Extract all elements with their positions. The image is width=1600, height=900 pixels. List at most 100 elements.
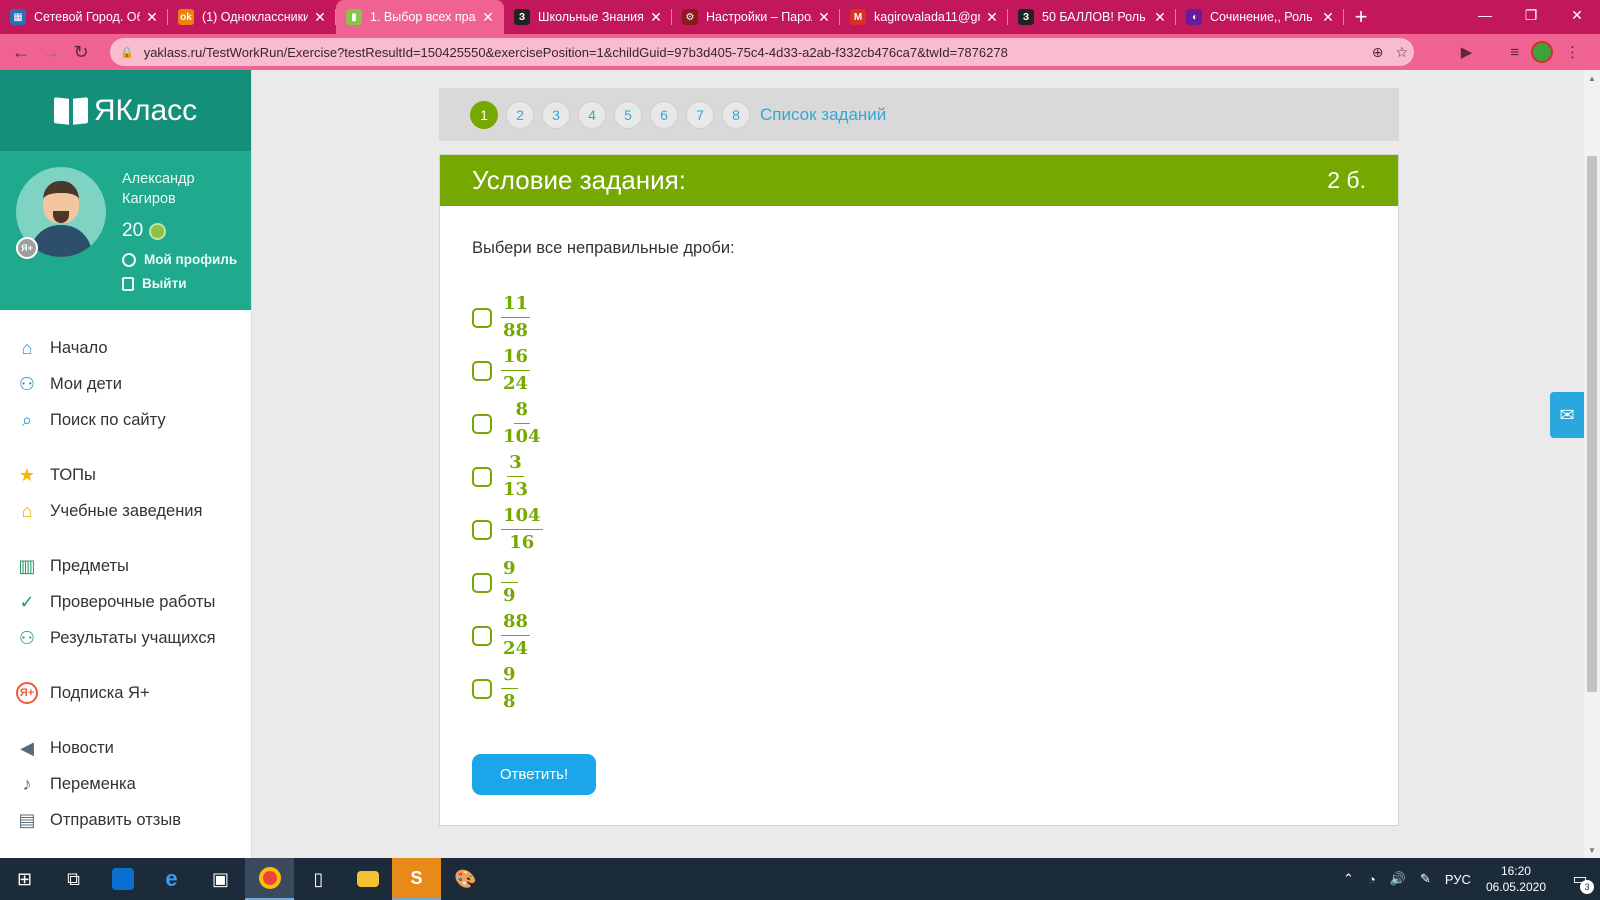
- tab-title: 50 БАЛЛОВ! Роль б: [1042, 10, 1148, 24]
- sidebar-item[interactable]: ✓ Проверочные работы: [0, 584, 251, 620]
- answer-checkbox[interactable]: [472, 519, 492, 540]
- sidebar-item[interactable]: ★ ТОПы: [0, 457, 251, 493]
- notification-center-icon[interactable]: ▭ 3: [1560, 858, 1600, 900]
- close-tab-icon[interactable]: ✕: [816, 9, 832, 26]
- address-bar[interactable]: 🔒 yaklass.ru/TestWorkRun/Exercise?testRe…: [110, 38, 1414, 66]
- fraction: 16 24: [501, 346, 531, 395]
- answer-checkbox[interactable]: [472, 413, 492, 434]
- sidebar-item[interactable]: ⚇ Результаты учащихся: [0, 620, 251, 656]
- restore-icon[interactable]: ❐: [1508, 0, 1554, 30]
- close-tab-icon[interactable]: ✕: [144, 9, 160, 26]
- user-name[interactable]: Александр Кагиров: [122, 169, 242, 209]
- minimize-icon[interactable]: —: [1462, 0, 1508, 30]
- site-logo[interactable]: ЯКласс: [0, 70, 251, 151]
- browser-tab[interactable]: ok (1) Одноклассники ✕: [168, 0, 336, 34]
- browser-tab[interactable]: ◖ Сочинение,, Роль б ✕: [1176, 0, 1344, 34]
- submit-answer-button[interactable]: Ответить!: [472, 754, 596, 795]
- sidebar-item[interactable]: Я+ Подписка Я+: [0, 675, 251, 711]
- skype-icon[interactable]: S: [392, 858, 441, 900]
- sidebar-item[interactable]: ◀ Новости: [0, 730, 251, 766]
- close-tab-icon[interactable]: ✕: [984, 9, 1000, 26]
- notepad-icon[interactable]: ▯: [294, 858, 343, 900]
- sidebar-item[interactable]: ⌂ Начало: [0, 330, 251, 366]
- my-profile-link[interactable]: Мой профиль: [122, 252, 237, 267]
- page-number-button[interactable]: 7: [686, 100, 714, 129]
- close-tab-icon[interactable]: ✕: [648, 9, 664, 26]
- sidebar-item[interactable]: ▤ Отправить отзыв: [0, 802, 251, 838]
- close-tab-icon[interactable]: ✕: [312, 9, 328, 26]
- page-number-button[interactable]: 6: [650, 100, 678, 129]
- profile-avatar-icon[interactable]: [1531, 41, 1553, 63]
- windows-start-icon[interactable]: ⊞: [0, 858, 49, 900]
- answer-option[interactable]: 104 16: [472, 503, 543, 556]
- tray-expand-icon[interactable]: ⌃: [1343, 871, 1354, 887]
- answer-checkbox[interactable]: [472, 625, 492, 646]
- extension-icon[interactable]: ▶: [1461, 43, 1473, 61]
- network-icon[interactable]: ◔: [1368, 872, 1376, 887]
- install-icon[interactable]: ⊕: [1372, 44, 1384, 61]
- page-number-button[interactable]: 3: [542, 100, 570, 129]
- task-list-link[interactable]: Список заданий: [760, 105, 886, 125]
- answer-option[interactable]: 11 88: [472, 291, 543, 344]
- scrollbar-thumb[interactable]: [1587, 156, 1597, 692]
- sidebar-item[interactable]: ⌕ Поиск по сайту: [0, 402, 251, 438]
- answer-option[interactable]: 88 24: [472, 609, 543, 662]
- clock[interactable]: 16:20 06.05.2020: [1486, 863, 1546, 895]
- browser-tab[interactable]: ▦ Сетевой Город. Об ✕: [0, 0, 168, 34]
- back-icon[interactable]: ←: [6, 37, 36, 67]
- scroll-up-icon[interactable]: ▲: [1584, 70, 1600, 86]
- edge-icon[interactable]: e: [147, 858, 196, 900]
- answer-checkbox[interactable]: [472, 572, 492, 593]
- browser-tab[interactable]: Mkagirovalada11@gn ✕: [840, 0, 1008, 34]
- close-tab-icon[interactable]: ✕: [1152, 9, 1168, 26]
- browser-tab[interactable]: ▮ 1. Выбор всех пра ✕: [336, 0, 504, 34]
- store-icon[interactable]: ▣: [196, 858, 245, 900]
- feedback-mail-icon[interactable]: ✉: [1550, 392, 1584, 438]
- sidebar-item[interactable]: ♪ Переменка: [0, 766, 251, 802]
- menu-icon[interactable]: ⋮: [1565, 43, 1580, 61]
- paint-icon[interactable]: 🎨: [441, 858, 490, 900]
- forward-icon[interactable]: →: [36, 37, 66, 67]
- browser-tab[interactable]: З 50 БАЛЛОВ! Роль б ✕: [1008, 0, 1176, 34]
- close-window-icon[interactable]: ✕: [1554, 0, 1600, 30]
- page-number-button[interactable]: 8: [722, 100, 750, 129]
- page-number-button[interactable]: 2: [506, 100, 534, 129]
- answer-checkbox[interactable]: [472, 678, 492, 699]
- sidebar-item[interactable]: ⚇ Мои дети: [0, 366, 251, 402]
- page-scrollbar[interactable]: ▲ ▼: [1584, 70, 1600, 858]
- pen-icon[interactable]: ✎: [1420, 871, 1431, 887]
- sidebar-item[interactable]: ⌂ Учебные заведения: [0, 493, 251, 529]
- new-tab-button[interactable]: +: [1344, 0, 1378, 34]
- answer-checkbox[interactable]: [472, 360, 492, 381]
- answer-option[interactable]: 3 13: [472, 450, 543, 503]
- reload-icon[interactable]: ↻: [66, 37, 96, 67]
- media-queue-icon[interactable]: ≡: [1510, 44, 1519, 61]
- close-tab-icon[interactable]: ✕: [1320, 9, 1336, 26]
- answer-checkbox[interactable]: [472, 307, 492, 328]
- mail-app-icon[interactable]: [98, 858, 147, 900]
- volume-icon[interactable]: 🔊: [1390, 871, 1406, 887]
- page-number-button[interactable]: 4: [578, 100, 606, 129]
- answer-checkbox[interactable]: [472, 466, 492, 487]
- url-text[interactable]: yaklass.ru/TestWorkRun/Exercise?testResu…: [144, 45, 1008, 60]
- task-view-icon[interactable]: ⧉: [49, 858, 98, 900]
- browser-tab[interactable]: ⚙ Настройки – Парол ✕: [672, 0, 840, 34]
- fraction-denominator: 13: [503, 479, 529, 500]
- browser-tab[interactable]: З Школьные Знания. ✕: [504, 0, 672, 34]
- bookmark-star-icon[interactable]: ☆: [1395, 44, 1408, 61]
- answer-option[interactable]: 98: [472, 662, 543, 715]
- close-tab-icon[interactable]: ✕: [480, 9, 496, 26]
- scroll-down-icon[interactable]: ▼: [1584, 842, 1600, 858]
- chrome-icon[interactable]: [245, 858, 294, 900]
- file-explorer-icon[interactable]: [343, 858, 392, 900]
- sidebar-item[interactable]: ▥ Предметы: [0, 548, 251, 584]
- page-number-button[interactable]: 5: [614, 100, 642, 129]
- answer-option[interactable]: 99: [472, 556, 543, 609]
- answer-option[interactable]: 16 24: [472, 344, 543, 397]
- page-number-button[interactable]: 1: [470, 100, 498, 129]
- logout-link[interactable]: Выйти: [122, 276, 187, 291]
- question-text: Выбери все неправильные дроби:: [472, 239, 735, 257]
- language-indicator[interactable]: РУС: [1445, 872, 1471, 887]
- sidebar-nav: ⌂ Начало ⚇ Мои дети ⌕ Поиск по сайту ★ ТОПы ⌂ Уче…: [0, 310, 251, 838]
- answer-option[interactable]: 8 104: [472, 397, 543, 450]
